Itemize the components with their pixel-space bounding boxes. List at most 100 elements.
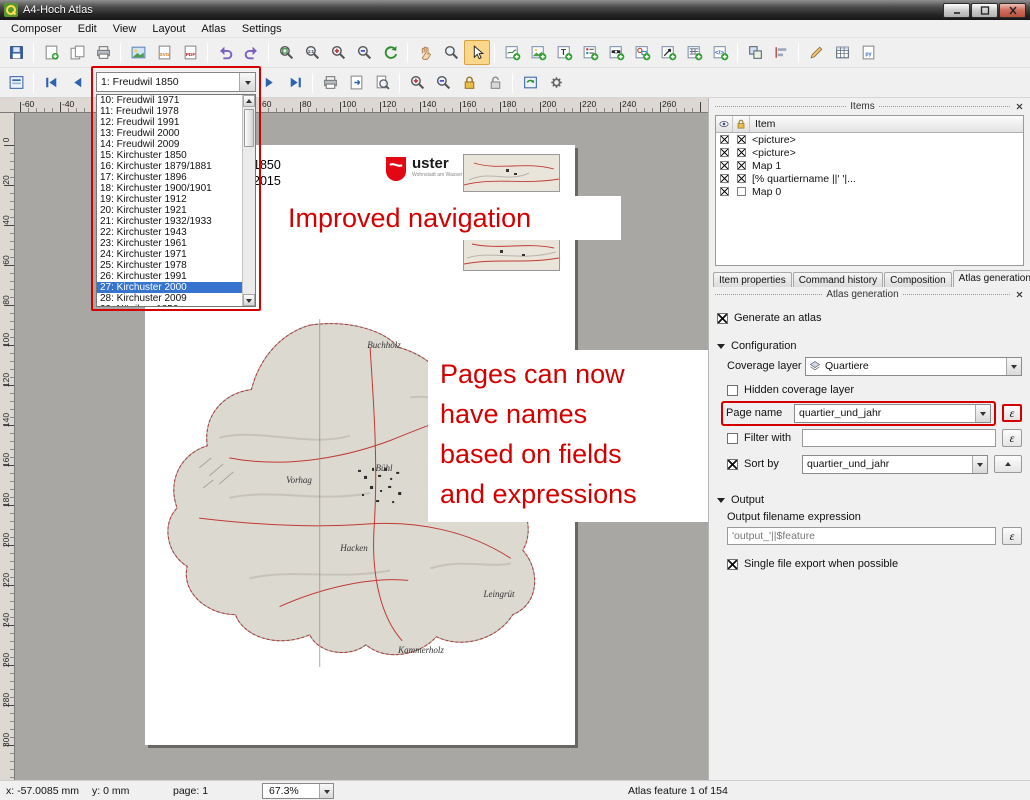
atlas-page-option[interactable]: 29: Nänikon 1850 (97, 304, 242, 306)
item-visible-checkbox[interactable] (720, 187, 729, 196)
scroll-down-button[interactable] (243, 294, 255, 306)
add-shape-icon[interactable] (629, 40, 655, 65)
menu-settings[interactable]: Settings (234, 21, 290, 37)
item-lock-checkbox[interactable] (737, 161, 746, 170)
atlas-next-icon[interactable] (256, 70, 282, 95)
single-file-checkbox[interactable] (727, 559, 738, 570)
atlas-page-option[interactable]: 15: Kirchuster 1850 (97, 150, 242, 161)
atlas-last-icon[interactable] (282, 70, 308, 95)
atlas-page-option[interactable]: 12: Freudwil 1991 (97, 117, 242, 128)
close-icon[interactable] (1014, 102, 1024, 112)
attribute-table-icon[interactable] (829, 40, 855, 65)
item-visible-checkbox[interactable] (720, 135, 729, 144)
atlas-page-option[interactable]: 14: Freudwil 2009 (97, 139, 242, 150)
item-lock-checkbox[interactable] (737, 187, 746, 196)
filename-expression-input[interactable]: 'output_'||$feature (727, 527, 996, 545)
item-lock-checkbox[interactable] (737, 148, 746, 157)
combo-dropdown-button[interactable] (975, 405, 990, 422)
menu-layout[interactable]: Layout (144, 21, 193, 37)
add-label-icon[interactable]: T (551, 40, 577, 65)
atlas-page-option[interactable]: 21: Kirchuster 1932/1933 (97, 216, 242, 227)
zoom-tool-icon[interactable] (438, 40, 464, 65)
filter-input[interactable] (802, 429, 996, 447)
atlas-page-combo[interactable]: 1: Freudwil 1850 (96, 72, 256, 92)
tab-command-history[interactable]: Command history (793, 272, 883, 287)
sort-checkbox[interactable] (727, 459, 738, 470)
add-scalebar-icon[interactable] (603, 40, 629, 65)
atlas-page-option[interactable]: 26: Kirchuster 1991 (97, 271, 242, 282)
generate-atlas-checkbox[interactable] (717, 313, 728, 324)
zoom-level-combo[interactable]: 67.3% (262, 783, 334, 799)
refresh-view-icon[interactable] (517, 70, 543, 95)
add-html-icon[interactable]: </> (707, 40, 733, 65)
export-atlas-icon[interactable] (343, 70, 369, 95)
group-items-icon[interactable] (742, 40, 768, 65)
menu-atlas[interactable]: Atlas (193, 21, 233, 37)
atlas-page-option[interactable]: 17: Kirchuster 1896 (97, 172, 242, 183)
tab-composition[interactable]: Composition (884, 272, 952, 287)
zoom-out-icon[interactable] (351, 40, 377, 65)
print-atlas-icon[interactable] (317, 70, 343, 95)
pan-icon[interactable] (412, 40, 438, 65)
item-lock-checkbox[interactable] (737, 174, 746, 183)
zoom-100-icon[interactable]: 1:1 (299, 40, 325, 65)
atlas-page-option[interactable]: 10: Freudwil 1971 (97, 95, 242, 106)
refresh-icon[interactable] (377, 40, 403, 65)
item-row[interactable]: [% quartiername ||' '|... (716, 172, 1023, 185)
combo-dropdown-button[interactable] (319, 784, 333, 798)
item-row[interactable]: Map 1 (716, 159, 1023, 172)
atlas-page-option[interactable]: 11: Freudwil 1978 (97, 106, 242, 117)
atlas-page-option[interactable]: 22: Kirchuster 1943 (97, 227, 242, 238)
add-image-icon[interactable] (525, 40, 551, 65)
item-lock-checkbox[interactable] (737, 135, 746, 144)
output-group-header[interactable]: Output (717, 490, 1022, 510)
zoom-in-icon[interactable] (325, 40, 351, 65)
item-row[interactable]: Map 0 (716, 185, 1023, 198)
item-visible-checkbox[interactable] (720, 161, 729, 170)
scroll-up-button[interactable] (243, 95, 255, 107)
atlas-page-option[interactable]: 23: Kirchuster 1961 (97, 238, 242, 249)
hidden-coverage-checkbox[interactable] (727, 385, 738, 396)
sort-combo[interactable]: quartier_und_jahr (802, 455, 988, 474)
unlock-icon[interactable] (482, 70, 508, 95)
print-icon[interactable] (90, 40, 116, 65)
page-name-combo[interactable]: quartier_und_jahr (794, 404, 991, 423)
sort-direction-button[interactable] (994, 455, 1022, 473)
scrollbar-track[interactable] (243, 149, 255, 294)
add-legend-icon[interactable] (577, 40, 603, 65)
menu-edit[interactable]: Edit (70, 21, 105, 37)
configuration-group-header[interactable]: Configuration (717, 336, 1022, 356)
atlas-page-option[interactable]: 24: Kirchuster 1971 (97, 249, 242, 260)
combo-dropdown-button[interactable] (972, 456, 987, 473)
run-script-icon[interactable]: py (855, 40, 881, 65)
zoom-full-icon[interactable] (273, 40, 299, 65)
filter-checkbox[interactable] (727, 433, 738, 444)
tab-atlas-generation[interactable]: Atlas generation (953, 270, 1030, 287)
atlas-page-option[interactable]: 13: Freudwil 2000 (97, 128, 242, 139)
item-column-header[interactable]: Item (750, 116, 1023, 132)
export-image-icon[interactable] (125, 40, 151, 65)
visibility-column-header[interactable] (716, 116, 733, 132)
lock-column-header[interactable] (733, 116, 750, 132)
atlas-page-option[interactable]: 20: Kirchuster 1921 (97, 205, 242, 216)
select-icon[interactable] (464, 40, 490, 65)
close-button[interactable] (999, 3, 1026, 18)
page-name-expression-button[interactable]: ε (1002, 404, 1022, 422)
item-visible-checkbox[interactable] (720, 174, 729, 183)
zoom-in-icon[interactable] (404, 70, 430, 95)
add-table-icon[interactable] (681, 40, 707, 65)
close-icon[interactable] (1014, 290, 1024, 300)
maximize-button[interactable] (971, 3, 998, 18)
settings-icon[interactable] (543, 70, 569, 95)
preview-atlas-icon[interactable] (369, 70, 395, 95)
composer-manager-icon[interactable] (3, 70, 29, 95)
align-left-icon[interactable] (768, 40, 794, 65)
duplicate-composition-icon[interactable] (64, 40, 90, 65)
export-pdf-icon[interactable]: PDF (177, 40, 203, 65)
menu-composer[interactable]: Composer (3, 21, 70, 37)
atlas-page-option[interactable]: 18: Kirchuster 1900/1901 (97, 183, 242, 194)
item-row[interactable]: <picture> (716, 133, 1023, 146)
add-arrow-icon[interactable] (655, 40, 681, 65)
undo-icon[interactable] (212, 40, 238, 65)
menu-view[interactable]: View (105, 21, 145, 37)
